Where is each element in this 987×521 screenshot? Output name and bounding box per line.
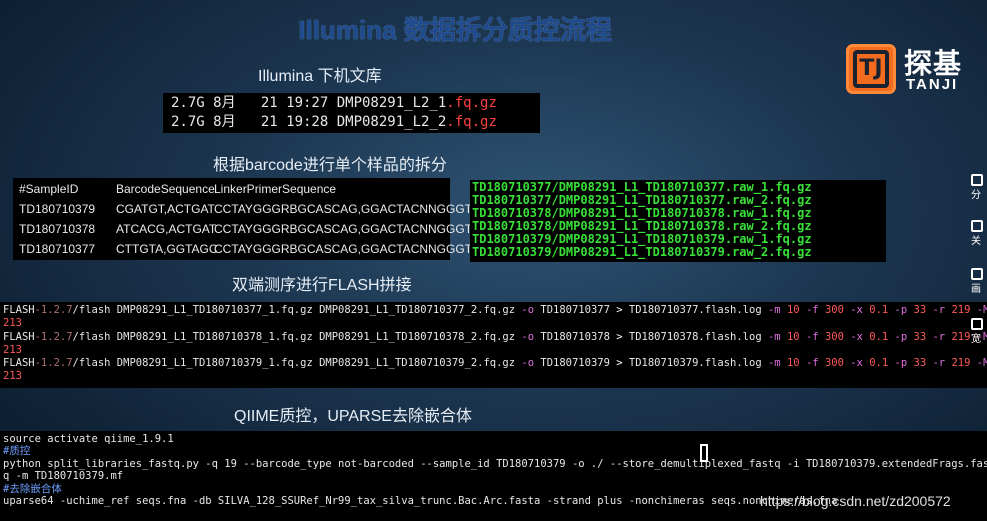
logo-mark-text: TJ [853,50,889,88]
section-flash-label: 双端测序进行FLASH拼接 [232,277,412,294]
logo-en-text: TANJI [906,76,959,93]
widescreen-button[interactable]: 宽 [971,318,987,345]
watermark: https://blog.csdn.net/zd200572 [760,493,951,509]
library-terminal: 2.7G 8月 21 19:27 DMP08291_L2_1.fq.gz 2.7… [163,93,540,133]
monitor-icon [971,268,983,280]
follow-button[interactable]: 关 [971,220,987,247]
header-sampleid: #SampleID [19,182,79,196]
header-linker: LinkerPrimerSequence [214,182,337,196]
uparse-cmd-line: uparse64 -uchime_ref seqs.fna -db SILVA_… [3,495,838,508]
side-toolbar: 分 关 画 宽 [967,168,987,368]
text-cursor-icon [700,444,708,462]
plus-user-icon [971,220,983,232]
widescreen-icon [971,318,983,330]
split-cmd-cont-line: q -m TD180710379.mf [3,470,124,483]
flash-terminal: FLASH-1.2.7/flash DMP08291_L1_TD18071037… [0,302,987,388]
barcode-table: #SampleID BarcodeSequence LinkerPrimerSe… [13,178,523,260]
pip-button[interactable]: 画 [971,268,987,295]
library-line-2-ext: .fq.gz [446,114,497,130]
section-barcode-label: 根据barcode进行单个样品的拆分 [213,157,447,174]
section-library-label: Illumina 下机文库 [258,68,382,85]
library-line-2: 2.7G 8月 21 19:28 DMP08291_L2_2 [171,114,447,130]
comment-chimera: #去除嵌合体 [3,482,62,495]
comment-qc: #质控 [3,445,31,458]
library-line-1-ext: .fq.gz [446,95,497,111]
list-item: TD180710378/DMP08291_L1_TD180710378.raw_… [472,219,812,233]
section-qiime-label: QIIME质控，UPARSE去除嵌合体 [234,408,472,425]
split-files-terminal: TD180710377/DMP08291_L1_TD180710377.raw_… [470,180,886,262]
list-item: TD180710378/DMP08291_L1_TD180710378.raw_… [472,206,812,220]
share-button[interactable]: 分 [971,174,987,201]
share-icon [971,174,983,186]
list-item: TD180710379/DMP08291_L1_TD180710379.raw_… [472,245,812,259]
list-item: TD180710377/DMP08291_L1_TD180710377.raw_… [472,193,812,207]
logo-mark: TJ [846,44,896,94]
slide: Illumina 数据拆分质控流程 TJ 探基 TANJI Illumina 下… [0,0,987,521]
header-barcode: BarcodeSequence [116,182,215,196]
slide-title: Illumina 数据拆分质控流程 [298,15,612,45]
list-item: TD180710379/DMP08291_L1_TD180710379.raw_… [472,232,812,246]
library-line-1: 2.7G 8月 21 19:27 DMP08291_L2_1 [171,95,447,111]
list-item: TD180710377/DMP08291_L1_TD180710377.raw_… [472,180,812,194]
split-cmd-line: python split_libraries_fastq.py -q 19 --… [3,457,987,470]
tanji-logo: TJ 探基 TANJI [846,44,974,94]
activate-line: source activate qiime_1.9.1 [3,433,174,445]
